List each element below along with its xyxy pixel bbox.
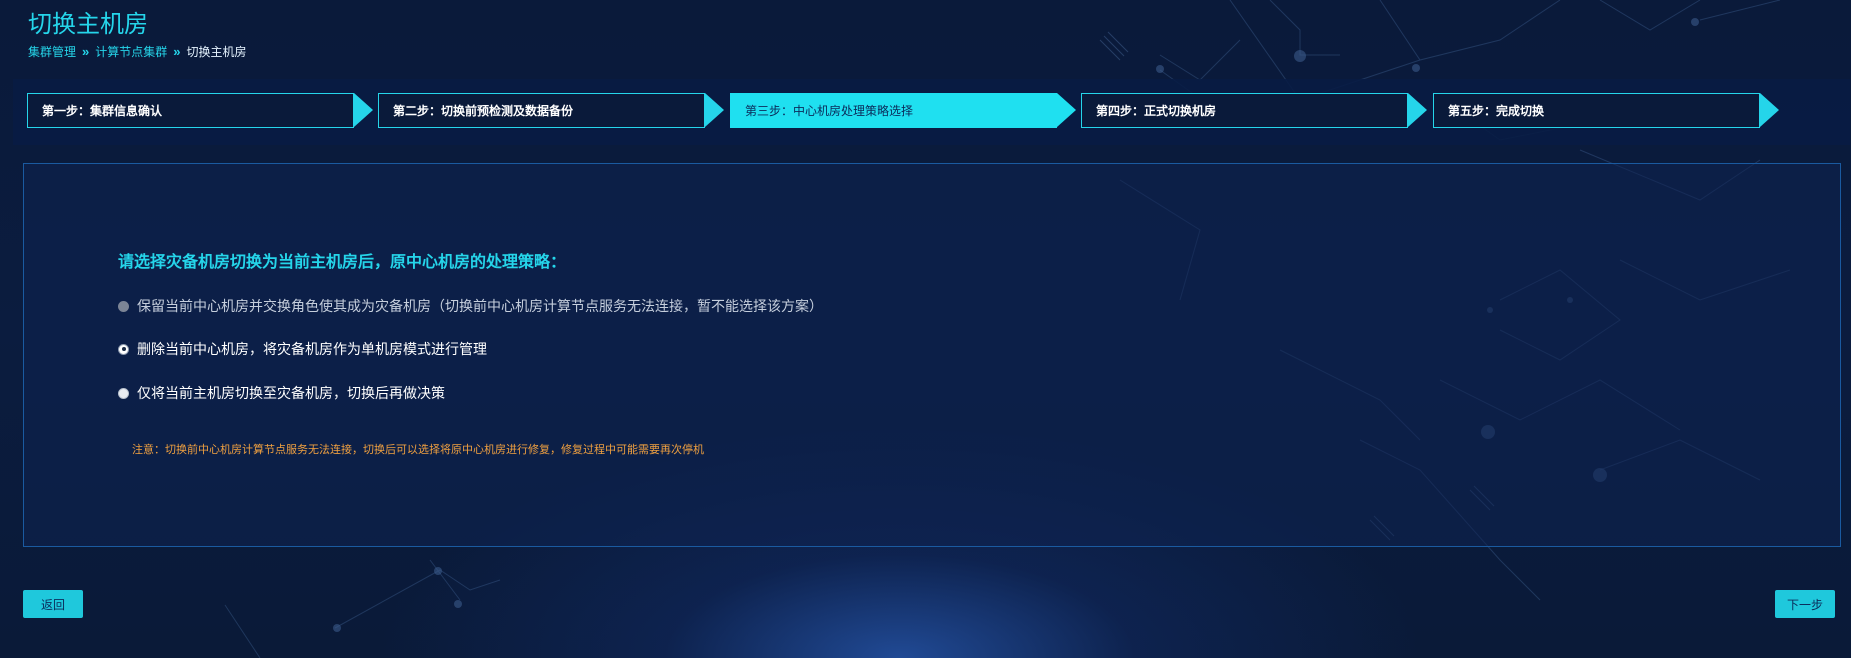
step-3[interactable]: 第三步：中心机房处理策略选择: [730, 93, 1057, 128]
option-delete-center[interactable]: 删除当前中心机房，将灾备机房作为单机房模式进行管理: [118, 339, 487, 359]
step-2-arrow-icon: [705, 93, 724, 127]
step-4[interactable]: 第四步：正式切换机房: [1081, 93, 1408, 128]
step-1[interactable]: 第一步：集群信息确认: [27, 93, 354, 128]
option-delete-center-label: 删除当前中心机房，将灾备机房作为单机房模式进行管理: [137, 341, 487, 357]
step-4-arrow-icon: [1408, 93, 1427, 127]
step-2-label: 第二步：切换前预检测及数据备份: [393, 104, 574, 118]
step-5[interactable]: 第五步：完成切换: [1433, 93, 1760, 128]
radio-disabled-icon: [118, 300, 129, 312]
step-5-arrow-icon: [1760, 93, 1779, 127]
step-3-arrow-icon: [1057, 93, 1076, 127]
strategy-question: 请选择灾备机房切换为当前主机房后，原中心机房的处理策略：: [118, 254, 567, 271]
option-switch-only[interactable]: 仅将当前主机房切换至灾备机房，切换后再做决策: [118, 383, 445, 403]
back-button[interactable]: 返回: [23, 590, 83, 618]
breadcrumb: 集群管理 » 计算节点集群 » 切换主机房: [28, 43, 247, 60]
step-2[interactable]: 第二步：切换前预检测及数据备份: [378, 93, 705, 128]
option-keep-as-backup: 保留当前中心机房并交换角色使其成为灾备机房（切换前中心机房计算节点服务无法连接，…: [118, 296, 823, 316]
step-1-label: 第一步：集群信息确认: [42, 104, 163, 118]
step-3-label: 第三步：中心机房处理策略选择: [745, 104, 914, 118]
step-1-arrow-icon: [354, 93, 373, 127]
next-step-button[interactable]: 下一步: [1775, 590, 1835, 618]
radio-unchecked-icon[interactable]: [118, 387, 129, 399]
strategy-panel: 请选择灾备机房切换为当前主机房后，原中心机房的处理策略： 保留当前中心机房并交换…: [23, 163, 1841, 547]
step-4-label: 第四步：正式切换机房: [1096, 104, 1217, 118]
step-5-label: 第五步：完成切换: [1448, 104, 1545, 118]
breadcrumb-separator: »: [82, 44, 90, 59]
page-title: 切换主机房: [28, 11, 148, 38]
option-keep-as-backup-label: 保留当前中心机房并交换角色使其成为灾备机房（切换前中心机房计算节点服务无法连接，…: [137, 298, 823, 314]
steps-bar: 第一步：集群信息确认 第二步：切换前预检测及数据备份 第三步：中心机房处理策略选…: [13, 79, 1850, 145]
option-switch-only-label: 仅将当前主机房切换至灾备机房，切换后再做决策: [137, 385, 445, 401]
breadcrumb-cluster-management[interactable]: 集群管理: [28, 43, 76, 60]
breadcrumb-compute-node-cluster[interactable]: 计算节点集群: [95, 43, 167, 60]
breadcrumb-current: 切换主机房: [186, 45, 247, 59]
breadcrumb-separator: »: [173, 44, 181, 59]
warning-note: 注意：切换前中心机房计算节点服务无法连接，切换后可以选择将原中心机房进行修复，修…: [132, 444, 704, 456]
radio-checked-icon[interactable]: [118, 343, 129, 355]
